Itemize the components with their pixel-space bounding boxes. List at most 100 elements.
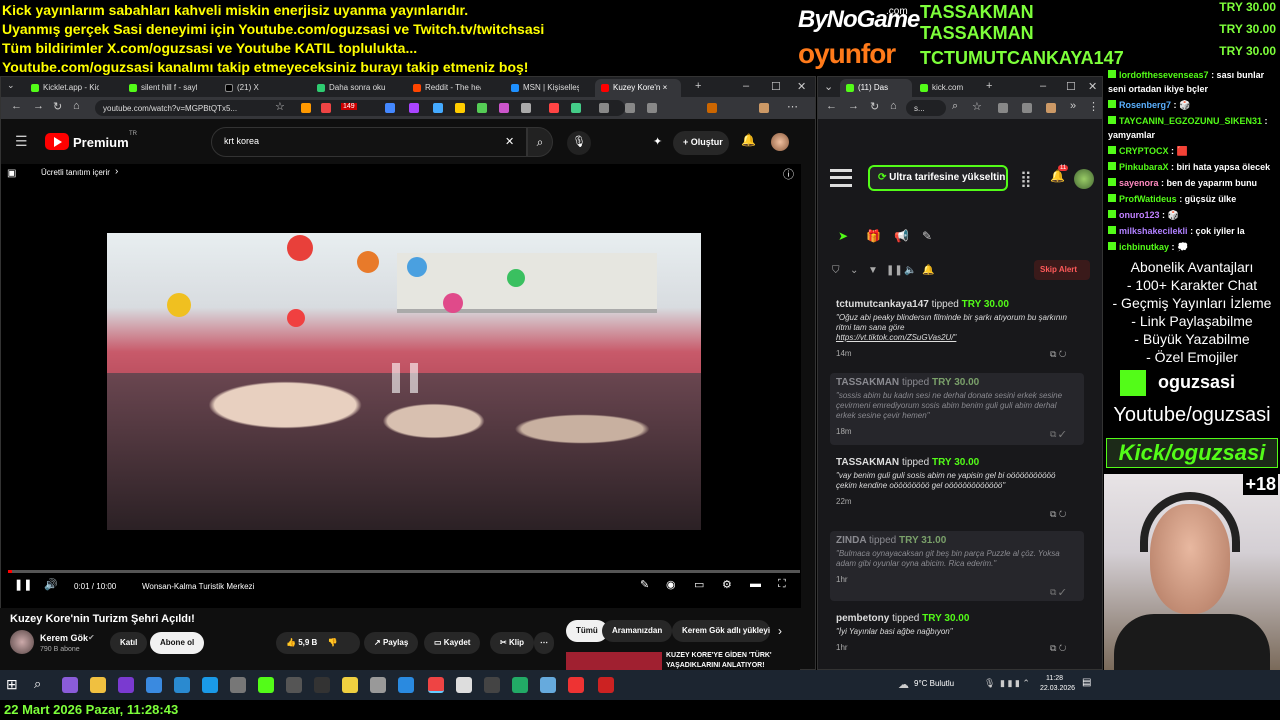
app-icon[interactable]: [484, 677, 500, 693]
reload-icon[interactable]: ↻: [53, 100, 62, 113]
pause-icon[interactable]: ❚❚: [14, 578, 32, 591]
app-icon[interactable]: [146, 677, 162, 693]
more-actions-button[interactable]: ⋯: [534, 632, 554, 654]
chrome-icon[interactable]: [428, 677, 444, 693]
app-icon[interactable]: [370, 677, 386, 693]
chip-from-search[interactable]: Aramanızdan: [602, 620, 673, 642]
extension-icon[interactable]: [385, 103, 395, 113]
notes-icon[interactable]: [342, 677, 358, 693]
bookmark-star-icon[interactable]: ☆: [275, 100, 285, 113]
replay-icon[interactable]: ⧉ ✓: [1050, 587, 1066, 598]
new-tab-icon[interactable]: +: [986, 80, 992, 92]
tab-msn[interactable]: MSN | Kişiselleştir: [505, 79, 579, 97]
close-window-icon[interactable]: ✕: [1088, 80, 1097, 93]
theater-mode-icon[interactable]: ▬: [750, 578, 761, 590]
replay-icon[interactable]: ⧉ ↻: [1050, 643, 1067, 654]
download-icon[interactable]: [647, 103, 657, 113]
replay-icon[interactable]: ⧉ ↻: [1050, 349, 1067, 360]
tip-user[interactable]: tctumutcankaya147: [836, 299, 929, 310]
back-icon[interactable]: ←: [11, 100, 22, 112]
forward-icon[interactable]: →: [848, 100, 859, 112]
tab-read-later[interactable]: Daha sonra oku: [311, 79, 385, 97]
history-icon[interactable]: [625, 103, 635, 113]
chips-next-icon[interactable]: ›: [778, 624, 782, 638]
url-field[interactable]: youtube.com/watch?v=MGPBtQTx5...: [95, 100, 625, 116]
extension-icon[interactable]: [321, 103, 331, 113]
gift-icon[interactable]: 🎁: [866, 229, 881, 243]
pause-alerts-icon[interactable]: ❚❚: [886, 265, 903, 276]
brush-icon[interactable]: ✎: [922, 229, 932, 243]
tab-silent-hill[interactable]: silent hill f - sayfa: [123, 79, 197, 97]
extension-icon[interactable]: [433, 103, 443, 113]
chip-uploader[interactable]: Kerem Gök adlı yükleyici: [672, 620, 770, 642]
puzzle-icon[interactable]: [998, 103, 1008, 113]
forward-icon[interactable]: →: [33, 100, 44, 112]
voice-search-button[interactable]: 🎙: [567, 131, 591, 155]
maximize-icon[interactable]: ☐: [771, 80, 781, 93]
like-icon[interactable]: 👍: [286, 638, 296, 647]
recommended-title-line2[interactable]: YAŞADIKLARINI ANLATIYOR!: [666, 662, 765, 669]
save-button[interactable]: ▭ Kaydet: [424, 632, 481, 654]
notification-center-icon[interactable]: ▤: [1082, 677, 1091, 688]
skip-alert-button[interactable]: Skip Alert: [1034, 260, 1090, 280]
info-icon[interactable]: ⓘ: [783, 166, 794, 182]
close-window-icon[interactable]: ✕: [797, 80, 806, 93]
url-field[interactable]: s...: [906, 100, 946, 116]
app-icon[interactable]: [398, 677, 414, 693]
app-icon[interactable]: [286, 677, 302, 693]
profile-icon[interactable]: [759, 103, 769, 113]
onenote-icon[interactable]: [118, 677, 134, 693]
clock-date[interactable]: 22.03.2026: [1040, 685, 1075, 692]
dislike-icon[interactable]: 👎: [328, 638, 338, 647]
download-icon[interactable]: [1022, 103, 1032, 113]
fullscreen-icon[interactable]: ⛶: [778, 578, 786, 591]
app-icon[interactable]: [540, 677, 556, 693]
filter-icon[interactable]: ▼: [868, 265, 878, 276]
tab-dashboard[interactable]: (11) Das: [840, 79, 912, 97]
tip-user[interactable]: ZINDA: [836, 535, 866, 546]
file-explorer-icon[interactable]: [90, 677, 106, 693]
apps-grid-icon[interactable]: ⣿: [1020, 169, 1032, 189]
volume-icon[interactable]: 🔊: [44, 578, 58, 591]
chapter-title[interactable]: Wonsan-Kalma Turistik Merkezi: [142, 582, 254, 591]
shield-icon[interactable]: ⛉: [832, 265, 840, 276]
camera-icon[interactable]: [230, 677, 246, 693]
channel-avatar[interactable]: [10, 630, 34, 654]
extension-icon[interactable]: [301, 103, 311, 113]
sparkle-icon[interactable]: ✦: [653, 135, 662, 148]
menu-dots-icon[interactable]: ⋯: [787, 100, 798, 113]
app-icon[interactable]: [512, 677, 528, 693]
edge-icon[interactable]: [202, 677, 218, 693]
extension-icon[interactable]: [549, 103, 559, 113]
puzzle-icon[interactable]: [599, 103, 609, 113]
vivaldi-icon[interactable]: [568, 677, 584, 693]
menu-dots-icon[interactable]: ⋮: [1088, 100, 1099, 113]
tab-x[interactable]: (21) X: [219, 79, 293, 97]
new-tab-icon[interactable]: +: [695, 80, 701, 92]
user-avatar[interactable]: [771, 133, 789, 151]
recommended-thumbnail[interactable]: [566, 652, 662, 670]
extension-icon[interactable]: [707, 103, 717, 113]
minimize-icon[interactable]: –: [1040, 80, 1046, 92]
video-progress-bar[interactable]: [8, 570, 800, 573]
tab-kicklet[interactable]: Kicklet.app - Kick: [25, 79, 99, 97]
notifications-bell-icon[interactable]: 🔔: [1050, 169, 1065, 183]
tray-icons[interactable]: ▮ ▮ ▮ ⌃: [1000, 678, 1030, 689]
search-button[interactable]: ⌕: [527, 127, 553, 157]
app-icon[interactable]: [314, 677, 330, 693]
tip-user[interactable]: TASSAKMAN: [836, 457, 899, 468]
tab-youtube-active[interactable]: Kuzey Kore'n ×: [595, 79, 681, 97]
subscribe-button[interactable]: Abone ol: [150, 632, 205, 654]
tip-user[interactable]: TASSAKMAN: [836, 377, 899, 388]
user-avatar[interactable]: [1074, 169, 1094, 189]
extension-icon[interactable]: [477, 103, 487, 113]
zoom-icon[interactable]: ⌕: [952, 100, 958, 113]
app-icon[interactable]: [598, 677, 614, 693]
more-icon[interactable]: »: [1070, 100, 1076, 112]
extension-icon[interactable]: [455, 103, 465, 113]
back-icon[interactable]: ←: [826, 100, 837, 112]
share-button[interactable]: ↗ Paylaş: [364, 632, 419, 654]
upgrade-ultra-button[interactable]: ⟳ Ultra tarifesine yükseltin: [868, 165, 1008, 191]
notifications-bell-icon[interactable]: 🔔: [741, 133, 756, 147]
clip-button[interactable]: ✂ Klip: [490, 632, 535, 654]
